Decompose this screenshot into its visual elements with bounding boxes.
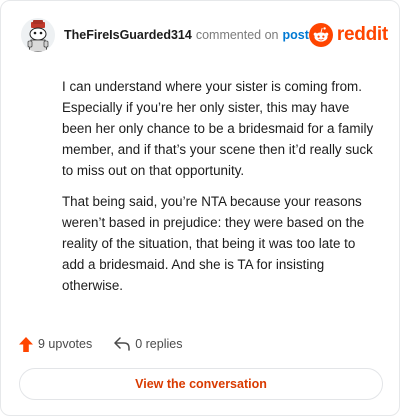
comment-body: I can understand where your sister is co…	[62, 76, 380, 306]
reddit-wordmark: reddit	[336, 24, 388, 45]
reddit-snoo-icon	[308, 23, 333, 47]
upvote-count: 9 upvotes	[38, 337, 93, 351]
upvote-action[interactable]: 9 upvotes	[19, 336, 93, 352]
username[interactable]: TheFireIsGuarded314	[64, 28, 192, 42]
user-avatar[interactable]	[21, 18, 55, 52]
post-link[interactable]: post	[283, 28, 309, 42]
view-conversation-button[interactable]: View the conversation	[19, 368, 383, 400]
snoo-avatar-icon	[21, 18, 55, 52]
comment-paragraph: I can understand where your sister is co…	[62, 79, 374, 178]
reply-action[interactable]: 0 replies	[114, 337, 182, 351]
comment-embed-card: TheFireIsGuarded314 commented on post re…	[0, 0, 400, 416]
commented-on-text: commented on	[195, 28, 279, 42]
comment-actions: 9 upvotes 0 replies	[19, 334, 182, 354]
comment-paragraph: That being said, you’re NTA because your…	[62, 194, 365, 293]
reply-arrow-icon	[114, 337, 130, 351]
reply-count: 0 replies	[135, 337, 183, 351]
upvote-arrow-icon	[19, 336, 33, 352]
comment-meta: TheFireIsGuarded314 commented on post	[64, 28, 309, 42]
reddit-logo[interactable]: reddit	[308, 23, 388, 47]
comment-header: TheFireIsGuarded314 commented on post re…	[21, 17, 388, 53]
